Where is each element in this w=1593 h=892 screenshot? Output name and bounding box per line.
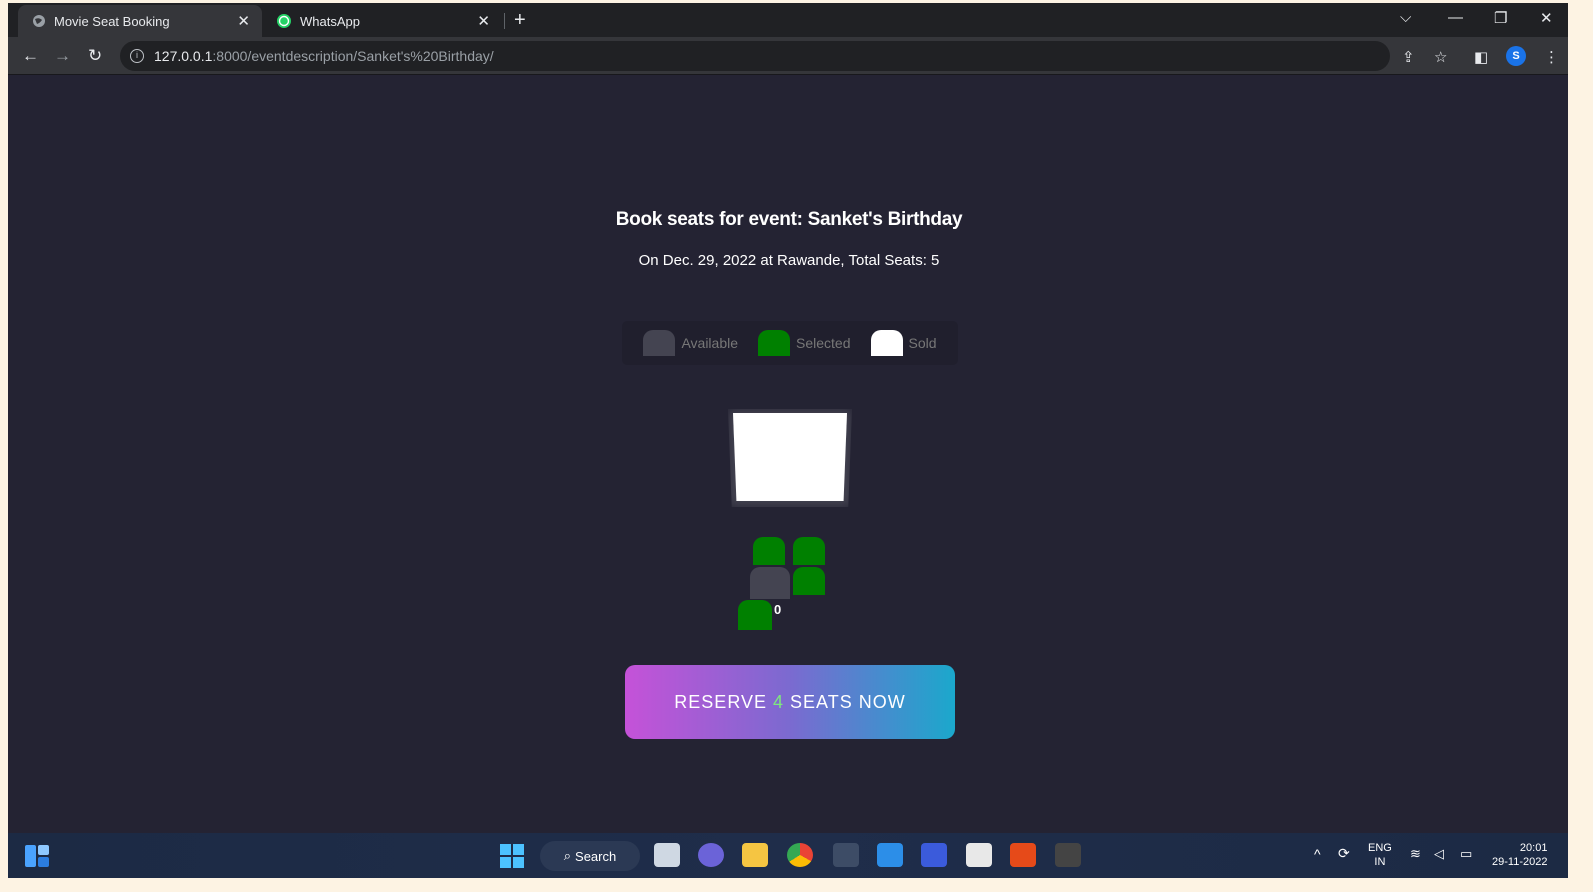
restore-icon[interactable]: ❐ (1494, 9, 1507, 27)
taskbar-search[interactable]: ⌕ Search (540, 841, 640, 871)
url-host: 127.0.0.1 (154, 48, 213, 64)
available-seat-icon (643, 330, 676, 356)
legend-label: Sold (908, 335, 937, 351)
legend-selected: Selected (758, 330, 851, 356)
dev-app-icon[interactable] (833, 843, 859, 867)
sold-seat-icon (870, 330, 903, 356)
back-arrow-icon[interactable]: ← (22, 46, 39, 66)
clock-date: 29-11-2022 (1492, 856, 1548, 868)
close-icon[interactable]: ✕ (237, 12, 250, 30)
reserve-suffix: SEATS NOW (790, 691, 906, 712)
browser-toolbar: ← → ↻ i 127.0.0.1 :8000/eventdescription… (8, 37, 1568, 75)
legend-label: Selected (796, 335, 851, 351)
share-icon[interactable]: ⇪ (1402, 48, 1415, 66)
whatsapp-icon (277, 14, 291, 28)
tab-title: WhatsApp (300, 13, 360, 29)
page-title: Book seats for event: Sanket's Birthday (615, 209, 963, 230)
seat-selected[interactable] (793, 567, 825, 595)
tab-strip: Movie Seat Booking ✕ WhatsApp ✕ + ⌵ — ❐ … (8, 3, 1568, 37)
teams-chat-icon[interactable] (698, 843, 724, 867)
office-icon[interactable] (1010, 843, 1036, 867)
screen: Movie Seat Booking ✕ WhatsApp ✕ + ⌵ — ❐ … (8, 3, 1568, 878)
chevron-up-icon[interactable]: ^ (1314, 847, 1321, 861)
event-details: On Dec. 29, 2022 at Rawande, Total Seats… (638, 252, 940, 269)
forward-arrow-icon[interactable]: → (54, 46, 71, 66)
file-explorer-icon[interactable] (742, 843, 768, 867)
movie-screen (733, 413, 847, 501)
star-icon[interactable]: ☆ (1434, 48, 1447, 66)
windows-taskbar: ⌕ Search ^ ⟳ ENG IN ≋ ◁ ▭ 20:01 29-11-20… (8, 833, 1568, 878)
vscode-icon[interactable] (877, 843, 903, 867)
search-icon: ⌕ (563, 848, 572, 863)
clock-time: 20:01 (1519, 842, 1548, 854)
page-content: Book seats for event: Sanket's Birthday … (8, 75, 1568, 833)
url-path: :8000/eventdescription/Sanket's%20Birthd… (212, 48, 494, 64)
legend-available: Available (643, 330, 738, 356)
clock[interactable]: 20:01 29-11-2022 (1492, 841, 1547, 869)
address-bar[interactable]: i 127.0.0.1 :8000/eventdescription/Sanke… (120, 41, 1390, 71)
tab-movie-seat-booking[interactable]: Movie Seat Booking ✕ (18, 5, 262, 37)
side-panel-icon[interactable]: ◧ (1474, 48, 1488, 66)
store-icon[interactable] (966, 843, 992, 867)
app-shield-icon[interactable] (921, 843, 947, 867)
windows-start-icon[interactable] (500, 844, 524, 868)
info-icon[interactable]: i (130, 49, 144, 63)
minimize-icon[interactable]: — (1448, 9, 1463, 26)
legend-sold: Sold (870, 330, 937, 356)
globe-icon (33, 15, 45, 27)
tab-separator (504, 13, 505, 29)
window-close-icon[interactable]: ✕ (1540, 9, 1553, 27)
profile-avatar[interactable]: S (1506, 46, 1526, 66)
terminal-icon[interactable] (1055, 843, 1081, 867)
tab-title: Movie Seat Booking (54, 13, 170, 29)
seat-selected[interactable] (738, 600, 772, 630)
seat-legend: Available Selected Sold (622, 321, 958, 365)
reserve-prefix: RESERVE (674, 691, 767, 712)
chrome-icon[interactable] (787, 843, 813, 867)
tab-whatsapp[interactable]: WhatsApp ✕ (262, 5, 502, 37)
taskbar-search-label: Search (575, 848, 617, 864)
seat-selected[interactable] (793, 537, 825, 565)
close-icon[interactable]: ✕ (477, 12, 490, 30)
reserve-count: 4 (773, 691, 785, 712)
battery-icon[interactable]: ▭ (1460, 847, 1472, 861)
seat-available[interactable] (750, 567, 790, 599)
sync-icon[interactable]: ⟳ (1338, 846, 1350, 860)
language-indicator[interactable]: ENG IN (1368, 841, 1392, 869)
reload-icon[interactable]: ↻ (88, 46, 102, 66)
new-tab-button[interactable]: + (514, 9, 526, 31)
lang-top: ENG (1368, 842, 1392, 854)
seat-selected[interactable] (753, 537, 785, 565)
reserve-seats-button[interactable]: RESERVE 4 SEATS NOW (625, 665, 955, 739)
lang-bottom: IN (1374, 856, 1386, 868)
legend-label: Available (681, 335, 739, 351)
selected-seat-icon (758, 330, 791, 356)
widgets-icon[interactable] (25, 845, 49, 867)
wifi-icon[interactable]: ≋ (1410, 847, 1421, 861)
tab-search-chevron-icon[interactable]: ⌵ (1400, 9, 1411, 26)
menu-kebab-icon[interactable]: ⋮ (1544, 48, 1559, 66)
volume-icon[interactable]: ◁ (1434, 847, 1444, 861)
seat-count-label: 0 (774, 602, 782, 617)
task-view-icon[interactable] (654, 843, 680, 867)
